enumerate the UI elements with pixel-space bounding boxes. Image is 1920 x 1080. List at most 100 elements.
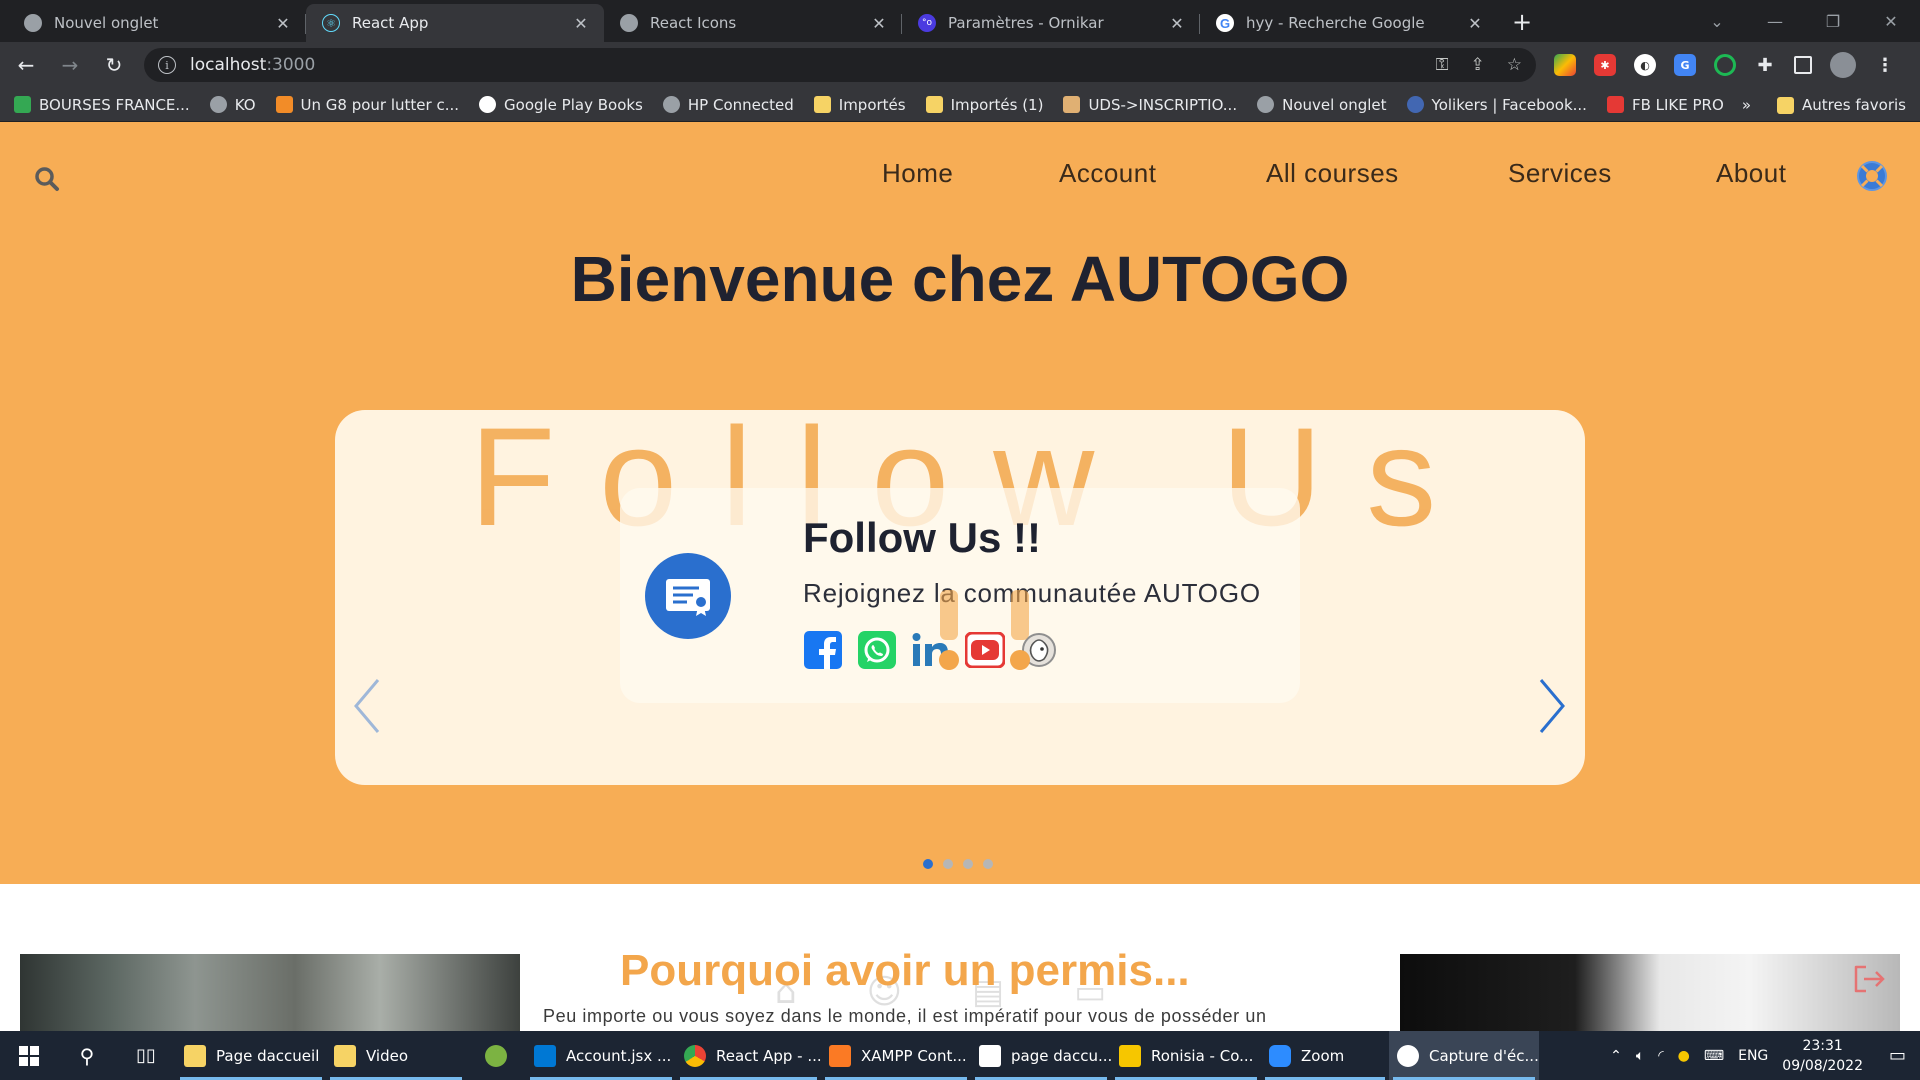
volume-icon[interactable]: 🔈︎ <box>1636 1048 1644 1064</box>
wifi-icon[interactable]: ◜ <box>1658 1048 1663 1064</box>
close-icon[interactable]: ✕ <box>572 14 590 33</box>
taskbar-item-zoom[interactable]: Zoom <box>1261 1031 1389 1080</box>
tab-ornikar[interactable]: °o Paramètres - Ornikar ✕ <box>902 4 1200 42</box>
extension-colorful-icon[interactable] <box>1554 54 1576 76</box>
taskbar-item-ronisia[interactable]: Ronisia - Co... <box>1111 1031 1261 1080</box>
clock-date: 09/08/2022 <box>1782 1057 1863 1074</box>
extensions-puzzle-icon[interactable]: ✚ <box>1754 54 1776 76</box>
notifications-icon[interactable]: ▭ <box>1889 1045 1906 1066</box>
nav-account[interactable]: Account <box>1059 158 1156 189</box>
youtube-icon[interactable] <box>965 630 1005 670</box>
bookmark-item[interactable]: Google Play Books <box>479 96 643 114</box>
android-icon <box>485 1044 507 1067</box>
profile-avatar[interactable] <box>1830 52 1856 78</box>
key-icon[interactable]: ⚿ <box>1436 55 1449 75</box>
browser-toolbar: ← → ↻ i localhost:3000 ⚿ ⇪ ☆ ✱ ◐ G ✚ ⋮ <box>0 42 1920 88</box>
close-icon[interactable]: ✕ <box>1168 14 1186 33</box>
bookmark-item[interactable]: UDS->INSCRIPTIO... <box>1063 96 1237 114</box>
forward-button[interactable]: → <box>52 47 88 83</box>
minimize-button[interactable]: — <box>1746 0 1804 42</box>
new-tab-button[interactable]: + <box>1504 4 1540 40</box>
language-indicator[interactable]: ENG <box>1738 1048 1768 1064</box>
carousel-pagination <box>0 859 1920 869</box>
reload-button[interactable]: ↻ <box>96 47 132 83</box>
site-info-icon[interactable]: i <box>158 56 176 74</box>
url-host: localhost <box>190 55 267 75</box>
taskbar-item-snipping[interactable]: Capture d'éc... <box>1389 1031 1539 1080</box>
carousel-dot[interactable] <box>983 859 993 869</box>
more-bookmarks-button[interactable]: » <box>1742 96 1751 114</box>
facebook-icon[interactable] <box>803 630 843 670</box>
bookmarks-right: » Autres favoris <box>1742 88 1906 122</box>
clock[interactable]: 23:31 09/08/2022 <box>1782 1036 1863 1076</box>
close-icon[interactable]: ✕ <box>870 14 888 33</box>
extension-white-circle-icon[interactable]: ◐ <box>1634 54 1656 76</box>
lifebuoy-icon[interactable] <box>1856 160 1888 192</box>
carousel-prev-arrow[interactable] <box>352 678 382 734</box>
extension-red-icon[interactable]: ✱ <box>1594 54 1616 76</box>
whatsapp-icon[interactable] <box>857 630 897 670</box>
side-panel-icon[interactable] <box>1794 56 1812 74</box>
react-icon: ⚛ <box>322 14 340 32</box>
snipping-icon <box>1397 1044 1419 1067</box>
carousel: Follow Us Follow Us !! Rejoignez la comm… <box>335 410 1585 785</box>
bookmark-item[interactable]: Nouvel onglet <box>1257 96 1387 114</box>
tab-react-app[interactable]: ⚛ React App ✕ <box>306 4 604 42</box>
bookmark-item[interactable]: KO <box>209 96 256 114</box>
search-icon[interactable]: ⚲ <box>58 1031 116 1080</box>
search-icon[interactable] <box>34 166 60 192</box>
nav-all-courses[interactable]: All courses <box>1266 158 1399 189</box>
other-bookmarks[interactable]: Autres favoris <box>1802 96 1906 114</box>
url-port: :3000 <box>266 55 316 75</box>
folder-icon <box>334 1044 356 1067</box>
logout-icon[interactable] <box>1852 964 1886 994</box>
extension-green-ring-icon[interactable] <box>1714 54 1736 76</box>
bookmark-item[interactable]: BOURSES FRANCE... <box>14 96 190 114</box>
chevron-up-icon[interactable]: ⌃ <box>1610 1048 1622 1064</box>
carousel-dot[interactable] <box>963 859 973 869</box>
nav-home[interactable]: Home <box>882 158 953 189</box>
tab-react-icons[interactable]: React Icons ✕ <box>604 4 902 42</box>
nav-about[interactable]: About <box>1716 158 1786 189</box>
keyboard-icon[interactable]: ⌨ <box>1704 1048 1724 1064</box>
tab-search-icon[interactable]: ⌄ <box>1688 0 1746 42</box>
clock-time: 23:31 <box>1802 1037 1843 1054</box>
nav-services[interactable]: Services <box>1508 158 1612 189</box>
address-bar[interactable]: i localhost:3000 ⚿ ⇪ ☆ <box>144 48 1536 82</box>
taskbar-item-xampp[interactable]: XAMPP Cont... <box>821 1031 971 1080</box>
bookmark-item[interactable]: FB LIKE PRO <box>1606 96 1724 114</box>
menu-kebab-icon[interactable]: ⋮ <box>1874 54 1896 76</box>
taskbar-item-photos[interactable]: page daccu... <box>971 1031 1112 1080</box>
back-button[interactable]: ← <box>8 47 44 83</box>
task-view-icon[interactable]: ▯▯ <box>116 1031 176 1080</box>
taskbar-item-chrome[interactable]: React App - ... <box>676 1031 822 1080</box>
share-icon[interactable]: ⇪ <box>1471 55 1485 75</box>
bookmark-folder[interactable]: Importés (1) <box>925 96 1043 114</box>
taskbar-item-page-daccueil[interactable]: Page daccueil <box>176 1031 326 1080</box>
system-tray: ⌃ 🔈︎ ◜ ● ⌨ ENG 23:31 09/08/2022 ▭ <box>1610 1031 1920 1080</box>
bookmark-item[interactable]: Yolikers | Facebook... <box>1406 96 1587 114</box>
close-icon[interactable]: ✕ <box>1466 14 1484 33</box>
folder-icon <box>813 96 831 113</box>
taskbar-item-vscode[interactable]: Account.jsx ... <box>526 1031 676 1080</box>
carousel-dot[interactable] <box>923 859 933 869</box>
bookmark-folder[interactable]: Importés <box>813 96 906 114</box>
bookmark-item[interactable]: Un G8 pour lutter c... <box>275 96 459 114</box>
tab-nouvel-onglet[interactable]: Nouvel onglet ✕ <box>8 4 306 42</box>
close-window-button[interactable]: ✕ <box>1862 0 1920 42</box>
restore-button[interactable]: ❐ <box>1804 0 1862 42</box>
bookmark-star-icon[interactable]: ☆ <box>1507 55 1522 75</box>
carousel-dot[interactable] <box>943 859 953 869</box>
carousel-card: Follow Us !! Rejoignez la communautée AU… <box>620 488 1300 703</box>
bookmark-item[interactable]: HP Connected <box>662 96 794 114</box>
folder-icon <box>925 96 943 113</box>
taskbar-item-video[interactable]: Video <box>326 1031 466 1080</box>
translate-icon[interactable]: G <box>1674 54 1696 76</box>
close-icon[interactable]: ✕ <box>274 14 292 33</box>
start-button[interactable] <box>0 1031 58 1080</box>
carousel-next-arrow[interactable] <box>1537 678 1567 734</box>
app-tray-icon[interactable]: ● <box>1678 1048 1690 1064</box>
blog-icon <box>275 96 293 113</box>
taskbar-item-android[interactable] <box>466 1031 526 1080</box>
tab-google-search[interactable]: G hyy - Recherche Google ✕ <box>1200 4 1498 42</box>
